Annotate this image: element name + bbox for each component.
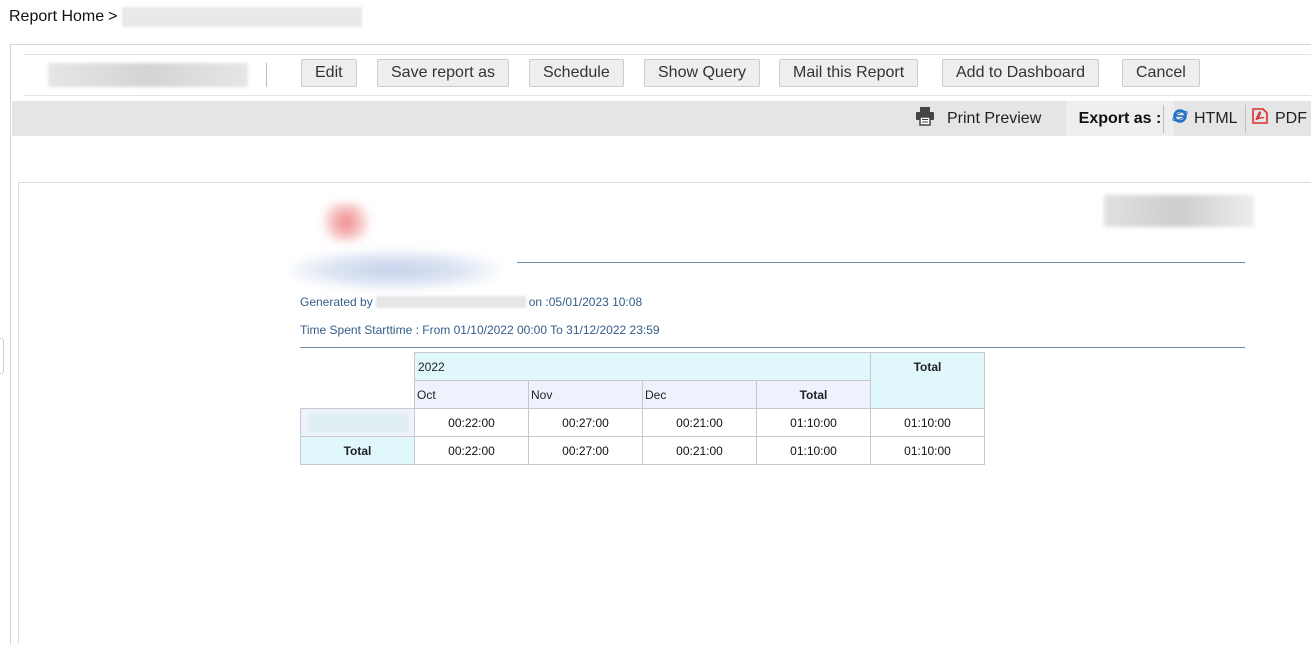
pivot-table: 2022 Total Oct Nov Dec Total 00:22:00 00… bbox=[300, 352, 985, 465]
mail-report-button[interactable]: Mail this Report bbox=[779, 59, 919, 87]
table-cell: 00:27:00 bbox=[528, 408, 643, 437]
export-html-button[interactable]: HTML bbox=[1172, 101, 1238, 136]
export-divider bbox=[1163, 105, 1164, 133]
edit-button[interactable]: Edit bbox=[301, 59, 357, 87]
total-row-header: Total bbox=[300, 436, 415, 465]
breadcrumb: Report Home > bbox=[9, 6, 362, 28]
row-header-redacted bbox=[300, 408, 415, 437]
export-pdf-label: PDF bbox=[1275, 109, 1307, 127]
export-html-label: HTML bbox=[1194, 109, 1238, 127]
report-name-redacted bbox=[48, 63, 248, 87]
month-header: Oct bbox=[414, 380, 529, 409]
generated-by-line: Generated by on :05/01/2023 10:08 bbox=[300, 295, 642, 309]
table-cell: 00:27:00 bbox=[528, 436, 643, 465]
side-collapse-handle[interactable] bbox=[0, 338, 4, 374]
month-header: Dec bbox=[642, 380, 757, 409]
pdf-icon bbox=[1251, 107, 1269, 130]
report-toolbar: Edit Save report as Schedule Show Query … bbox=[24, 54, 1311, 96]
print-preview-label: Print Preview bbox=[947, 109, 1042, 127]
generated-on-date: on :05/01/2023 10:08 bbox=[528, 295, 643, 309]
breadcrumb-separator: > bbox=[108, 8, 118, 25]
corner-cell bbox=[300, 352, 415, 409]
header-info-redacted bbox=[1104, 195, 1254, 227]
table-cell: 00:21:00 bbox=[642, 408, 757, 437]
title-rule bbox=[517, 262, 1245, 263]
add-to-dashboard-button[interactable]: Add to Dashboard bbox=[942, 59, 1099, 87]
table-cell: 00:22:00 bbox=[414, 436, 529, 465]
time-filter-line: Time Spent Starttime : From 01/10/2022 0… bbox=[300, 323, 660, 337]
export-pdf-button[interactable]: PDF bbox=[1251, 101, 1307, 136]
table-cell: 00:21:00 bbox=[642, 436, 757, 465]
subtotal-header: Total bbox=[756, 380, 871, 409]
save-report-as-button[interactable]: Save report as bbox=[377, 59, 510, 87]
table-cell: 01:10:00 bbox=[756, 408, 871, 437]
generated-by-prefix: Generated by bbox=[300, 295, 373, 309]
breadcrumb-home-link[interactable]: Report Home bbox=[9, 8, 104, 26]
print-preview-button[interactable]: Print Preview bbox=[915, 101, 1041, 136]
generated-by-user-redacted bbox=[375, 296, 526, 308]
printer-icon bbox=[915, 106, 947, 131]
table-cell: 01:10:00 bbox=[756, 436, 871, 465]
company-logo-redacted bbox=[318, 203, 374, 241]
report-title-redacted bbox=[290, 250, 500, 290]
header-rule bbox=[300, 347, 1245, 348]
table-header-row: 2022 Total bbox=[300, 352, 985, 409]
table-cell: 01:10:00 bbox=[870, 436, 985, 465]
table-cell: 00:22:00 bbox=[414, 408, 529, 437]
show-query-button[interactable]: Show Query bbox=[644, 59, 761, 87]
table-cell: 01:10:00 bbox=[870, 408, 985, 437]
export-divider bbox=[1245, 105, 1246, 133]
month-header: Nov bbox=[528, 380, 643, 409]
toolbar-divider bbox=[266, 63, 267, 87]
ie-icon bbox=[1172, 108, 1188, 129]
breadcrumb-current-redacted bbox=[121, 7, 362, 27]
grand-total-header: Total bbox=[870, 352, 985, 409]
export-bar: Print Preview Export as : HTML PDF bbox=[12, 101, 1311, 136]
cancel-button[interactable]: Cancel bbox=[1122, 59, 1200, 87]
table-row: 00:22:00 00:27:00 00:21:00 01:10:00 01:1… bbox=[300, 408, 985, 437]
export-as-label: Export as : bbox=[1066, 101, 1174, 136]
schedule-button[interactable]: Schedule bbox=[529, 59, 624, 87]
table-row: Total 00:22:00 00:27:00 00:21:00 01:10:0… bbox=[300, 436, 985, 465]
year-header: 2022 bbox=[414, 352, 871, 381]
